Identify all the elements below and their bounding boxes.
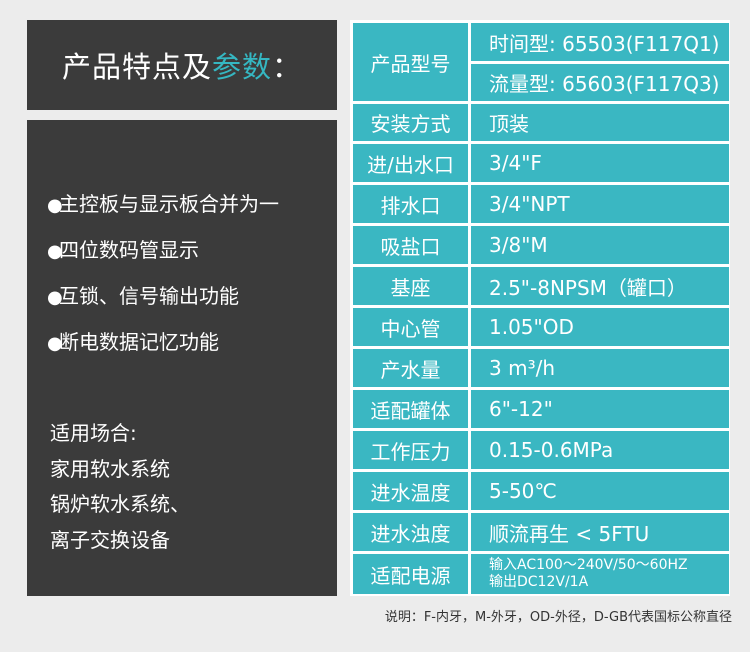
spec-value: 3/4"F	[471, 144, 729, 182]
spec-table: 产品型号 时间型: 65503(F117Q1) 流量型: 65603(F117Q…	[350, 20, 730, 596]
applications-heading: 适用场合:	[50, 421, 137, 445]
bullet-icon: ●	[47, 333, 63, 354]
spec-value: 5-50℃	[471, 472, 729, 510]
title-main: 产品特点及	[61, 50, 212, 84]
bullet-icon: ●	[47, 195, 63, 216]
title-highlight: 参数	[211, 50, 272, 84]
feature-item: ●主控板与显示板合并为一	[47, 188, 279, 234]
application-line: 离子交换设备	[50, 527, 170, 552]
spec-label: 适配罐体	[353, 390, 468, 428]
spec-label: 进/出水口	[353, 144, 468, 182]
spec-value: 2.5"-8NPSM（罐口）	[471, 267, 729, 305]
spec-label: 中心管	[353, 308, 468, 346]
spec-label: 安装方式	[353, 104, 468, 141]
spec-label-power: 适配电源	[353, 554, 468, 594]
feature-list: ●主控板与显示板合并为一 ●四位数码管显示 ●互锁、信号输出功能 ●断电数据记忆…	[47, 188, 279, 372]
application-line: 家用软水系统	[50, 456, 170, 481]
feature-item: ●断电数据记忆功能	[47, 326, 279, 372]
spec-label: 进水浊度	[353, 513, 468, 551]
spec-value: 顺流再生 < 5FTU	[471, 513, 729, 551]
spec-label: 基座	[353, 267, 468, 305]
power-output: 输出DC12V/1A	[489, 574, 589, 590]
bullet-icon: ●	[47, 241, 63, 262]
spec-value: 3/8"M	[471, 226, 729, 264]
spec-value-model-flow: 流量型: 65603(F117Q3)	[471, 64, 729, 101]
feature-item: ●四位数码管显示	[47, 234, 279, 280]
spec-value: 1.05"OD	[471, 308, 729, 346]
spec-value: 6"-12"	[471, 390, 729, 428]
spec-label: 排水口	[353, 185, 468, 223]
spec-value: 顶装	[471, 104, 729, 141]
spec-value: 3 m³/h	[471, 349, 729, 387]
spec-label-model: 产品型号	[353, 23, 468, 101]
spec-label: 产水量	[353, 349, 468, 387]
section-title: 产品特点及 参数：	[27, 20, 337, 110]
applications: 适用场合: 家用软水系统 锅炉软水系统、 离子交换设备	[50, 416, 190, 558]
title-colon: ：	[272, 50, 303, 84]
spec-value-power: 输入AC100～240V/50～60HZ 输出DC12V/1A	[471, 554, 729, 594]
application-line: 锅炉软水系统、	[50, 492, 190, 516]
spec-value-model-time: 时间型: 65503(F117Q1)	[471, 23, 729, 61]
spec-value: 0.15-0.6MPa	[471, 431, 729, 469]
footnote: 说明：F-内牙，M-外牙，OD-外径，D-GB代表国标公称直径	[384, 610, 732, 625]
bullet-icon: ●	[47, 287, 63, 308]
spec-label: 进水温度	[353, 472, 468, 510]
spec-value: 3/4"NPT	[471, 185, 729, 223]
spec-label: 工作压力	[353, 431, 468, 469]
spec-label: 吸盐口	[353, 226, 468, 264]
feature-item: ●互锁、信号输出功能	[47, 280, 279, 326]
power-input: 输入AC100～240V/50～60HZ	[489, 557, 688, 573]
features-panel: ●主控板与显示板合并为一 ●四位数码管显示 ●互锁、信号输出功能 ●断电数据记忆…	[27, 120, 337, 596]
